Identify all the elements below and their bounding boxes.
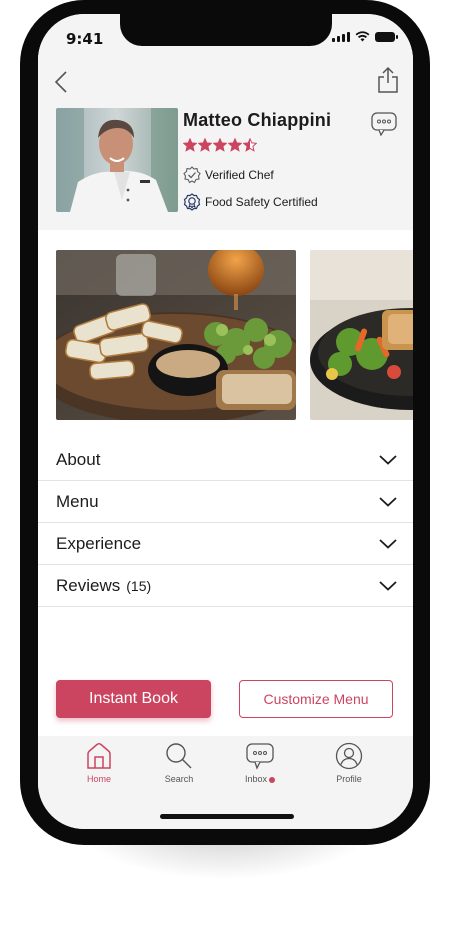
verified-chef-badge: Verified Chef: [183, 166, 274, 184]
accordion-about-label: About: [56, 449, 101, 469]
details-accordion: About Menu Experience Reviews (15): [38, 439, 413, 607]
tab-profile-label: Profile: [336, 774, 362, 784]
back-button[interactable]: [54, 70, 68, 98]
message-chef-button[interactable]: [371, 112, 397, 140]
tab-search[interactable]: Search: [149, 742, 209, 784]
home-indicator: [160, 814, 294, 819]
tab-home-label: Home: [86, 774, 111, 784]
gallery-photo-grilled-platter[interactable]: [56, 250, 296, 420]
star-icon: [228, 138, 242, 152]
tab-home[interactable]: Home: [69, 742, 129, 784]
battery-icon: [375, 32, 398, 42]
tab-inbox-label: Inbox: [244, 774, 268, 784]
customize-menu-button[interactable]: Customize Menu: [239, 680, 393, 718]
home-icon: [87, 743, 111, 769]
chevron-down-icon: [379, 454, 397, 465]
star-icon: [213, 138, 227, 152]
verified-check-icon: [183, 166, 201, 184]
certificate-ribbon-icon: [183, 193, 201, 211]
rating-stars: [183, 138, 257, 152]
signal-icon: [332, 32, 350, 42]
accordion-menu[interactable]: Menu: [38, 481, 413, 523]
chef-name: Matteo Chiappini: [183, 110, 332, 130]
share-button[interactable]: [377, 66, 399, 98]
status-time: 9:41: [66, 30, 104, 48]
chat-bubble-icon: [371, 112, 397, 137]
accordion-reviews[interactable]: Reviews (15): [38, 565, 413, 607]
accordion-menu-label: Menu: [56, 491, 99, 511]
status-icons: [332, 31, 398, 42]
accordion-experience-label: Experience: [56, 533, 142, 553]
star-icon: [243, 138, 257, 152]
accordion-reviews-label: Reviews: [56, 575, 121, 595]
reviews-count: (15): [126, 577, 152, 594]
food-safety-badge: Food Safety Certified: [183, 193, 318, 211]
star-icon: [183, 138, 197, 152]
profile-icon: [335, 742, 363, 770]
accordion-about[interactable]: About: [38, 439, 413, 481]
instant-book-button[interactable]: Instant Book: [56, 680, 211, 718]
gallery-photo-salad[interactable]: [310, 250, 413, 420]
tab-search-label: Search: [164, 774, 194, 784]
app-screen: 9:41 Matteo Chiappini Verified Chef Food…: [38, 14, 413, 829]
share-icon: [378, 66, 398, 93]
star-icon: [198, 138, 212, 152]
accordion-experience[interactable]: Experience: [38, 523, 413, 565]
inbox-icon: [246, 743, 274, 770]
tab-profile[interactable]: Profile: [319, 742, 379, 784]
chevron-down-icon: [379, 538, 397, 549]
chef-avatar: [56, 108, 178, 212]
food-safety-label: Food Safety Certified: [205, 195, 318, 209]
notch: [120, 14, 332, 46]
unread-dot: [269, 776, 276, 783]
chevron-left-icon: [54, 71, 67, 93]
verified-chef-label: Verified Chef: [205, 168, 274, 182]
chevron-down-icon: [379, 496, 397, 507]
tab-inbox[interactable]: Inbox: [230, 742, 290, 784]
photo-gallery[interactable]: [56, 250, 413, 420]
search-icon: [166, 743, 192, 769]
wifi-icon: [355, 31, 370, 42]
chevron-down-icon: [379, 580, 397, 591]
